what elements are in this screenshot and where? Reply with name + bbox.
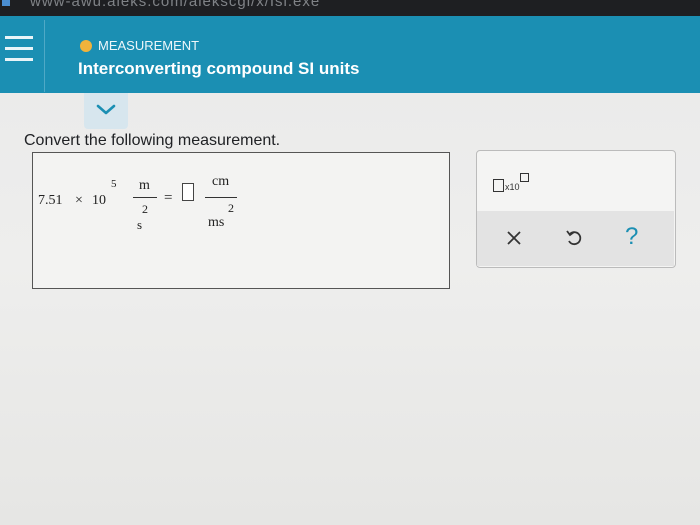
equals-sign: = bbox=[164, 190, 173, 206]
browser-url: www-awu.aleks.com/alekscgi/x/Isl.exe bbox=[30, 0, 321, 10]
times-sign: × bbox=[75, 193, 83, 208]
target-denominator-unit: ms bbox=[208, 215, 225, 230]
help-button[interactable]: ? bbox=[625, 223, 638, 251]
undo-icon[interactable] bbox=[566, 228, 584, 248]
collapse-toggle-button[interactable] bbox=[84, 93, 128, 129]
browser-tab-indicator bbox=[2, 0, 10, 6]
header-divider bbox=[44, 20, 45, 92]
topic-status-dot bbox=[80, 40, 92, 52]
base-ten: 10 bbox=[92, 193, 106, 208]
chevron-down-icon bbox=[96, 104, 116, 115]
answer-input[interactable] bbox=[182, 183, 194, 201]
given-denominator-exponent: 2 bbox=[142, 202, 148, 216]
browser-top-strip: www-awu.aleks.com/alekscgi/x/Isl.exe bbox=[0, 0, 700, 16]
scientific-notation-button[interactable]: x10 bbox=[493, 173, 541, 195]
question-instruction: Convert the following measurement. bbox=[24, 132, 281, 149]
topic-label: MEASUREMENT bbox=[98, 38, 200, 53]
x10-label: x10 bbox=[505, 182, 520, 192]
header-bar bbox=[0, 16, 700, 93]
close-icon[interactable] bbox=[506, 230, 522, 246]
answer-area bbox=[32, 152, 450, 289]
given-fraction-bar bbox=[133, 197, 157, 198]
math-tool-panel: x10 bbox=[476, 150, 676, 268]
given-numerator-unit: m bbox=[139, 178, 150, 193]
target-denominator-exponent: 2 bbox=[228, 201, 234, 215]
mantissa-box-icon bbox=[493, 179, 504, 192]
given-denominator-unit: s bbox=[137, 217, 143, 232]
target-numerator-unit: cm bbox=[212, 174, 230, 189]
page-title: Interconverting compound SI units bbox=[78, 59, 360, 78]
exponent-box-icon bbox=[520, 173, 529, 182]
exponent: 5 bbox=[111, 178, 117, 190]
menu-icon[interactable] bbox=[5, 36, 33, 72]
target-fraction-bar bbox=[205, 197, 237, 198]
coefficient: 7.51 bbox=[38, 193, 63, 208]
